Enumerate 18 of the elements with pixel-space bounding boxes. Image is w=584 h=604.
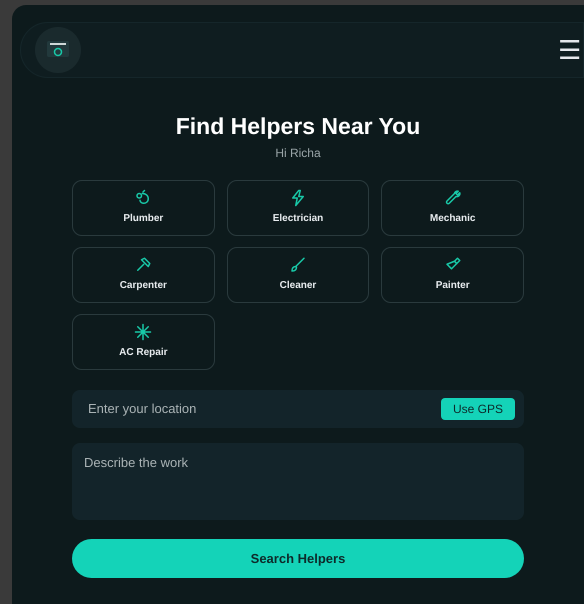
- snowflake-icon: [134, 323, 152, 342]
- service-tile[interactable]: Electrician: [226, 180, 370, 236]
- menu-button[interactable]: ☰: [558, 37, 581, 63]
- greeting-text: Hi Richa: [275, 144, 321, 162]
- location-field[interactable]: Enter your location Use GPS: [72, 390, 524, 428]
- service-tile[interactable]: Mechanic: [381, 180, 524, 236]
- page-title: Find Helpers Near You: [176, 112, 420, 141]
- service-tile[interactable]: Plumber: [72, 180, 215, 236]
- wrench-icon: [444, 189, 462, 208]
- service-tile[interactable]: Painter: [381, 246, 524, 303]
- logo-icon[interactable]: [35, 27, 81, 73]
- service-tile[interactable]: Carpenter: [72, 246, 215, 303]
- brush-icon: [288, 256, 307, 274]
- service-tile[interactable]: AC Repair: [72, 314, 215, 370]
- search-button[interactable]: Search Helpers: [72, 538, 524, 578]
- service-tile[interactable]: Cleaner: [226, 246, 370, 303]
- description-field[interactable]: Describe the work: [72, 442, 524, 520]
- use-gps-button[interactable]: Use GPS: [440, 398, 515, 420]
